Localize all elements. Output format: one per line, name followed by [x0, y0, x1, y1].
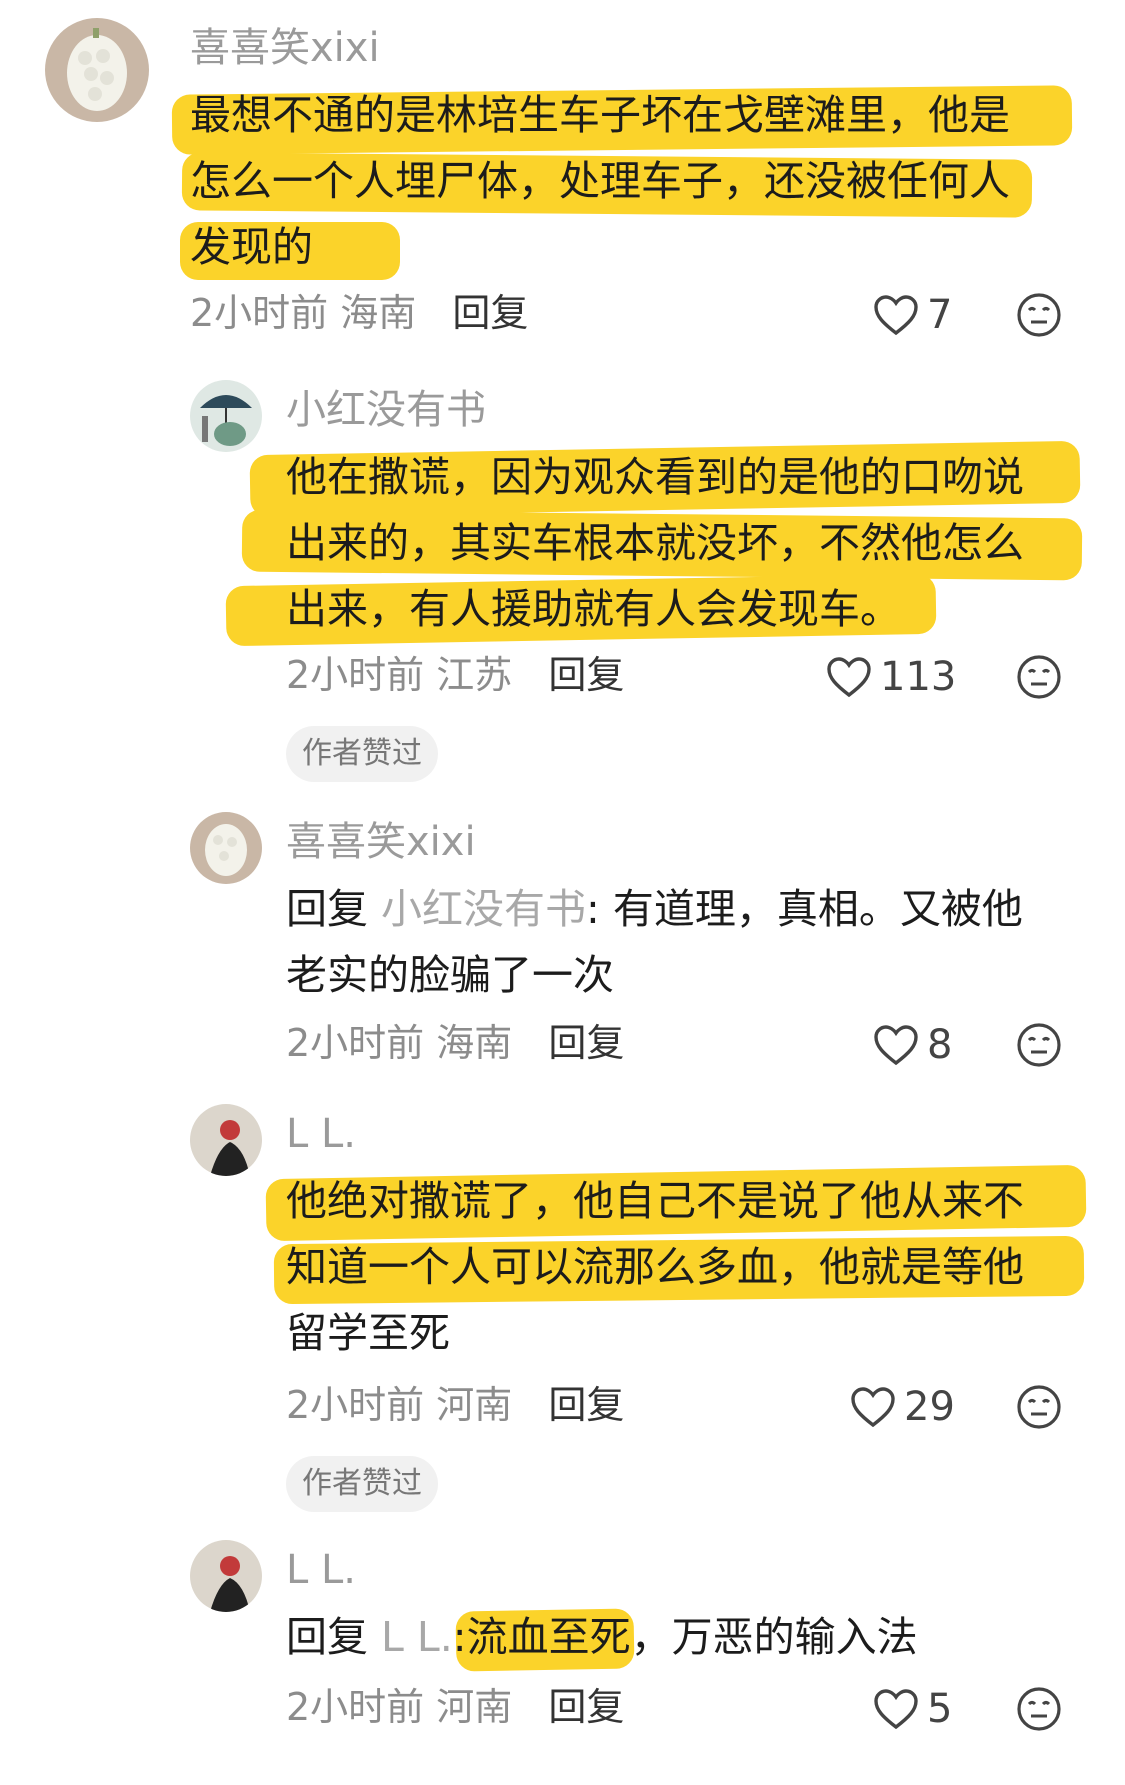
comment-line: 流血至死 [466, 1613, 631, 1661]
comment-line: 出来，有人援助就有人会发现车。 [286, 585, 901, 633]
like-count: 29 [904, 1384, 955, 1430]
comment-time: 2小时前 [286, 1021, 425, 1065]
reply-button[interactable]: 回复 [548, 1383, 624, 1427]
comment-line: 留学至死 [286, 1309, 450, 1357]
reply-mention[interactable]: 小红没有书 [381, 885, 586, 933]
comment-meta: 2小时前 河南 回复 [286, 1684, 624, 1730]
comment-username[interactable]: L L. [286, 1110, 356, 1158]
like-count: 5 [927, 1686, 953, 1732]
comment-body: 回复 L L.:流血至死，万恶的输入法 [286, 1604, 1125, 1672]
comment-line: 他绝对撒谎了，他自己不是说了他从来不 [286, 1177, 1024, 1225]
comment-line: 怎么一个人埋尸体，处理车子，还没被任何人 [190, 157, 1010, 205]
like-button[interactable]: 29 [850, 1384, 955, 1430]
bitter-melon-avatar-icon [45, 18, 149, 122]
avatar[interactable] [190, 1104, 262, 1176]
comment-time: 2小时前 [286, 653, 425, 697]
author-liked-badge: 作者赞过 [286, 1456, 438, 1512]
comment-username[interactable]: 小红没有书 [286, 386, 486, 434]
reply-mention[interactable]: L L. [381, 1613, 453, 1661]
comment-location: 河南 [436, 1685, 513, 1729]
comment-line: : 有道理，真相。又被他 [586, 885, 1023, 933]
comment-line: 他在撒谎，因为观众看到的是他的口吻说 [286, 453, 1024, 501]
like-count: 113 [880, 654, 957, 700]
comment-line: 发现的 [190, 223, 313, 271]
heart-outline-icon [827, 657, 871, 698]
comment-meta: 2小时前 海南 回复 [190, 290, 528, 336]
comment-location: 海南 [436, 1021, 513, 1065]
reply-button[interactable]: 回复 [548, 1021, 624, 1065]
heart-outline-icon [874, 1025, 918, 1066]
neutral-face-icon[interactable] [1016, 1022, 1062, 1068]
heart-outline-icon [874, 1689, 918, 1730]
neutral-face-icon[interactable] [1016, 654, 1062, 700]
avatar[interactable] [190, 380, 262, 452]
like-button[interactable]: 5 [873, 1686, 952, 1732]
comment-location: 海南 [340, 291, 417, 335]
comment-username[interactable]: 喜喜笑xixi [190, 24, 380, 72]
comment-body: 他在撒谎，因为观众看到的是他的口吻说 出来的，其实车根本就没坏，不然他怎么 出来… [225, 440, 1125, 647]
comment-time: 2小时前 [286, 1685, 425, 1729]
reply-prefix: 回复 [286, 1613, 368, 1661]
author-liked-badge: 作者赞过 [286, 726, 438, 782]
comment-meta: 2小时前 江苏 回复 [286, 652, 624, 698]
reply-prefix: 回复 [286, 885, 368, 933]
reply-button[interactable]: 回复 [452, 291, 528, 335]
avatar[interactable] [190, 1540, 262, 1612]
comment-line: 出来的，其实车根本就没坏，不然他怎么 [286, 519, 1024, 567]
heart-outline-icon [874, 295, 918, 336]
comment-username[interactable]: 喜喜笑xixi [286, 818, 476, 866]
avatar[interactable] [190, 812, 262, 884]
comment-line: 老实的脸骗了一次 [286, 951, 614, 999]
like-count: 7 [927, 292, 953, 338]
illustration-avatar-icon [190, 380, 262, 452]
comment-location: 河南 [436, 1383, 513, 1427]
comment-line: ，万恶的输入法 [630, 1613, 918, 1661]
like-button[interactable]: 8 [873, 1022, 952, 1068]
comment-time: 2小时前 [190, 291, 329, 335]
like-button[interactable]: 7 [873, 292, 952, 338]
comment-line: 知道一个人可以流那么多血，他就是等他 [286, 1243, 1024, 1291]
person-avatar-icon [190, 1104, 262, 1176]
neutral-face-icon[interactable] [1016, 1384, 1062, 1430]
comment-username[interactable]: L L. [286, 1546, 356, 1594]
comment-time: 2小时前 [286, 1383, 425, 1427]
reply-button[interactable]: 回复 [548, 653, 624, 697]
comment-body: 他绝对撒谎了，他自己不是说了他从来不 知道一个人可以流那么多血，他就是等他 留学… [265, 1164, 1125, 1366]
comment-body: 最想不通的是林培生车子坏在戈壁滩里，他是 怎么一个人埋尸体，处理车子，还没被任何… [171, 82, 1073, 280]
reply-button[interactable]: 回复 [548, 1685, 624, 1729]
comment-line: : [452, 1613, 467, 1661]
comment-body: 回复 小红没有书: 有道理，真相。又被他 老实的脸骗了一次 [286, 876, 1125, 1008]
comment-location: 江苏 [436, 653, 513, 697]
person-avatar-icon [190, 1540, 262, 1612]
bitter-melon-avatar-icon [190, 812, 262, 884]
neutral-face-icon[interactable] [1016, 292, 1062, 338]
heart-outline-icon [851, 1387, 895, 1428]
avatar[interactable] [45, 18, 149, 122]
like-button[interactable]: 113 [826, 654, 956, 700]
neutral-face-icon[interactable] [1016, 1686, 1062, 1732]
comment-meta: 2小时前 河南 回复 [286, 1382, 624, 1428]
like-count: 8 [927, 1022, 953, 1068]
comment-meta: 2小时前 海南 回复 [286, 1020, 624, 1066]
comment-line: 最想不通的是林培生车子坏在戈壁滩里，他是 [190, 91, 1010, 139]
